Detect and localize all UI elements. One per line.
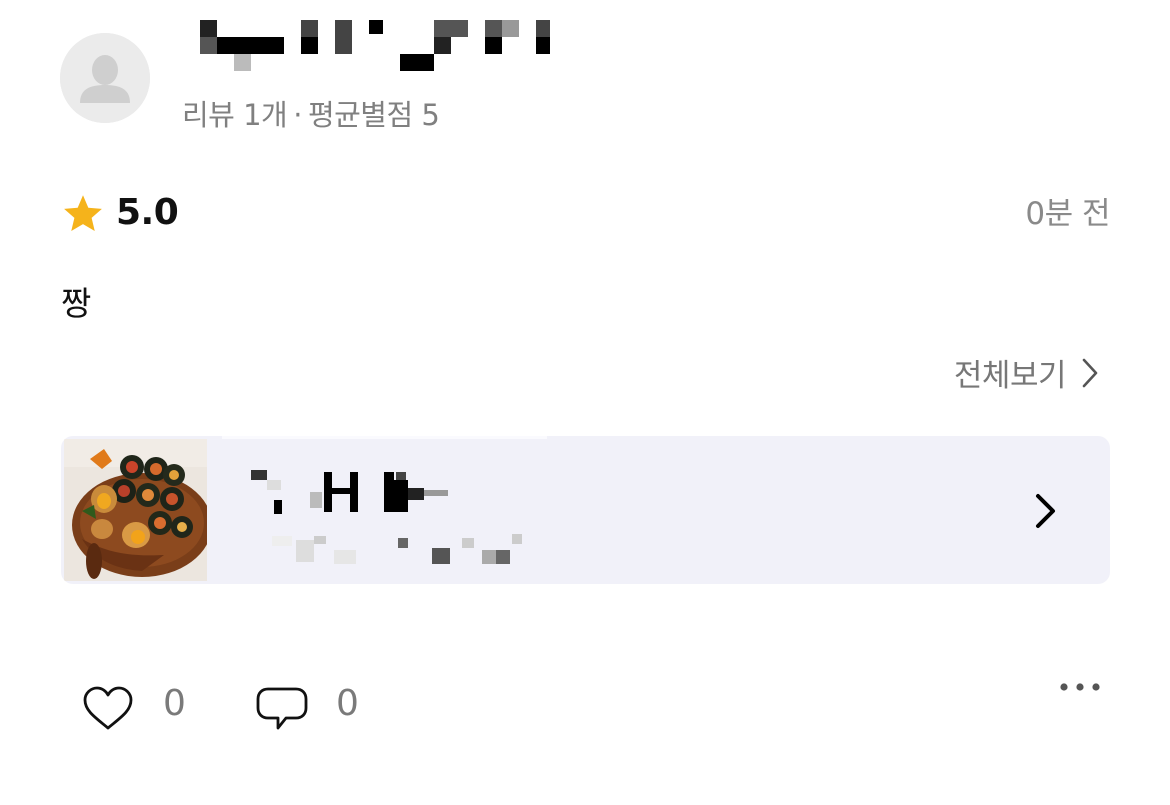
time-ago: 0분 전 <box>1025 196 1110 232</box>
review-text: 짱 <box>61 284 92 323</box>
user-meta: 리뷰 1개 · 평균별점 5 <box>182 92 440 134</box>
speech-bubble-icon[interactable] <box>256 686 308 732</box>
product-card[interactable] <box>61 436 1110 584</box>
comment-count: 0 <box>336 683 359 724</box>
product-thumbnail-image <box>64 439 207 581</box>
card-highlight <box>222 436 547 439</box>
avatar[interactable] <box>60 33 150 123</box>
like-count: 0 <box>163 683 186 724</box>
review-count: 리뷰 1개 <box>182 98 288 132</box>
star-icon <box>64 195 102 232</box>
heart-outline-icon[interactable] <box>82 686 134 732</box>
chevron-right-icon[interactable] <box>1034 492 1058 530</box>
default-avatar-icon <box>60 33 150 123</box>
rating-value: 5.0 <box>116 192 179 233</box>
meta-separator: · <box>293 98 302 132</box>
chevron-right-icon <box>1082 358 1098 387</box>
see-all-button[interactable]: 전체보기 <box>954 350 1100 395</box>
average-rating: 평균별점 5 <box>307 98 440 132</box>
more-dots-icon[interactable] <box>1059 680 1101 694</box>
see-all-label: 전체보기 <box>953 358 1067 394</box>
product-name-pixelated <box>246 454 526 564</box>
username-pixelated[interactable] <box>198 18 558 74</box>
